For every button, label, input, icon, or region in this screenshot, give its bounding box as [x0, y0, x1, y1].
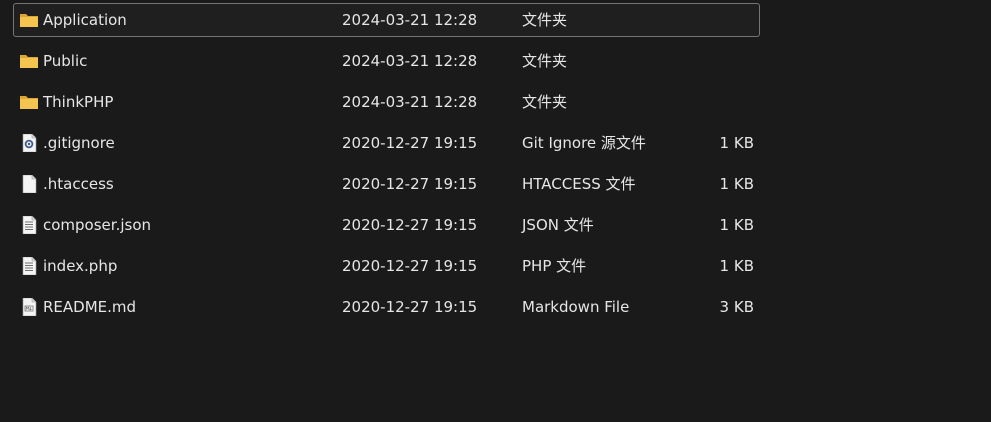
file-name: .gitignore [43, 134, 115, 152]
file-size: 1 KB [719, 257, 754, 275]
text-file-icon [22, 216, 37, 234]
file-type: HTACCESS 文件 [522, 175, 636, 193]
file-name: index.php [43, 257, 118, 275]
file-modified: 2020-12-27 19:15 [342, 175, 478, 193]
markdown-file-icon [22, 298, 37, 316]
file-name: ThinkPHP [43, 93, 114, 111]
file-row-composer-json[interactable]: composer.json 2020-12-27 19:15 JSON 文件 1… [13, 208, 760, 242]
text-file-icon [22, 257, 37, 275]
file-size: 1 KB [719, 216, 754, 234]
file-modified: 2024-03-21 12:28 [342, 52, 478, 70]
file-row-application[interactable]: Application 2024-03-21 12:28 文件夹 [13, 3, 760, 37]
file-modified: 2020-12-27 19:15 [342, 257, 478, 275]
file-row-gitignore[interactable]: .gitignore 2020-12-27 19:15 Git Ignore 源… [13, 126, 760, 160]
folder-icon [20, 55, 38, 68]
file-modified: 2024-03-21 12:28 [342, 11, 478, 29]
file-row-index-php[interactable]: index.php 2020-12-27 19:15 PHP 文件 1 KB [13, 249, 760, 283]
file-name: composer.json [43, 216, 152, 234]
file-size: 3 KB [719, 298, 754, 316]
folder-icon [20, 14, 38, 27]
file-name: Application [43, 11, 127, 29]
file-row-readme-md[interactable]: README.md 2020-12-27 19:15 Markdown File… [13, 290, 760, 324]
file-row-htaccess[interactable]: .htaccess 2020-12-27 19:15 HTACCESS 文件 1… [13, 167, 760, 201]
file-type: JSON 文件 [522, 216, 594, 234]
file-type: Markdown File [522, 298, 630, 316]
file-row-thinkphp[interactable]: ThinkPHP 2024-03-21 12:28 文件夹 [13, 85, 760, 119]
file-type: PHP 文件 [522, 257, 587, 275]
folder-icon [20, 96, 38, 109]
file-modified: 2020-12-27 19:15 [342, 134, 478, 152]
file-name: .htaccess [43, 175, 114, 193]
file-modified: 2020-12-27 19:15 [342, 298, 478, 316]
file-size: 1 KB [719, 134, 754, 152]
file-name: Public [43, 52, 88, 70]
file-type: 文件夹 [522, 93, 568, 111]
file-type: 文件夹 [522, 52, 568, 70]
file-row-public[interactable]: Public 2024-03-21 12:28 文件夹 [13, 44, 760, 78]
file-type: 文件夹 [522, 11, 568, 29]
file-size: 1 KB [719, 175, 754, 193]
file-modified: 2024-03-21 12:28 [342, 93, 478, 111]
file-name: README.md [43, 298, 137, 316]
blank-file-icon [22, 175, 37, 193]
settings-file-icon [22, 134, 37, 152]
file-modified: 2020-12-27 19:15 [342, 216, 478, 234]
file-type: Git Ignore 源文件 [522, 134, 646, 152]
